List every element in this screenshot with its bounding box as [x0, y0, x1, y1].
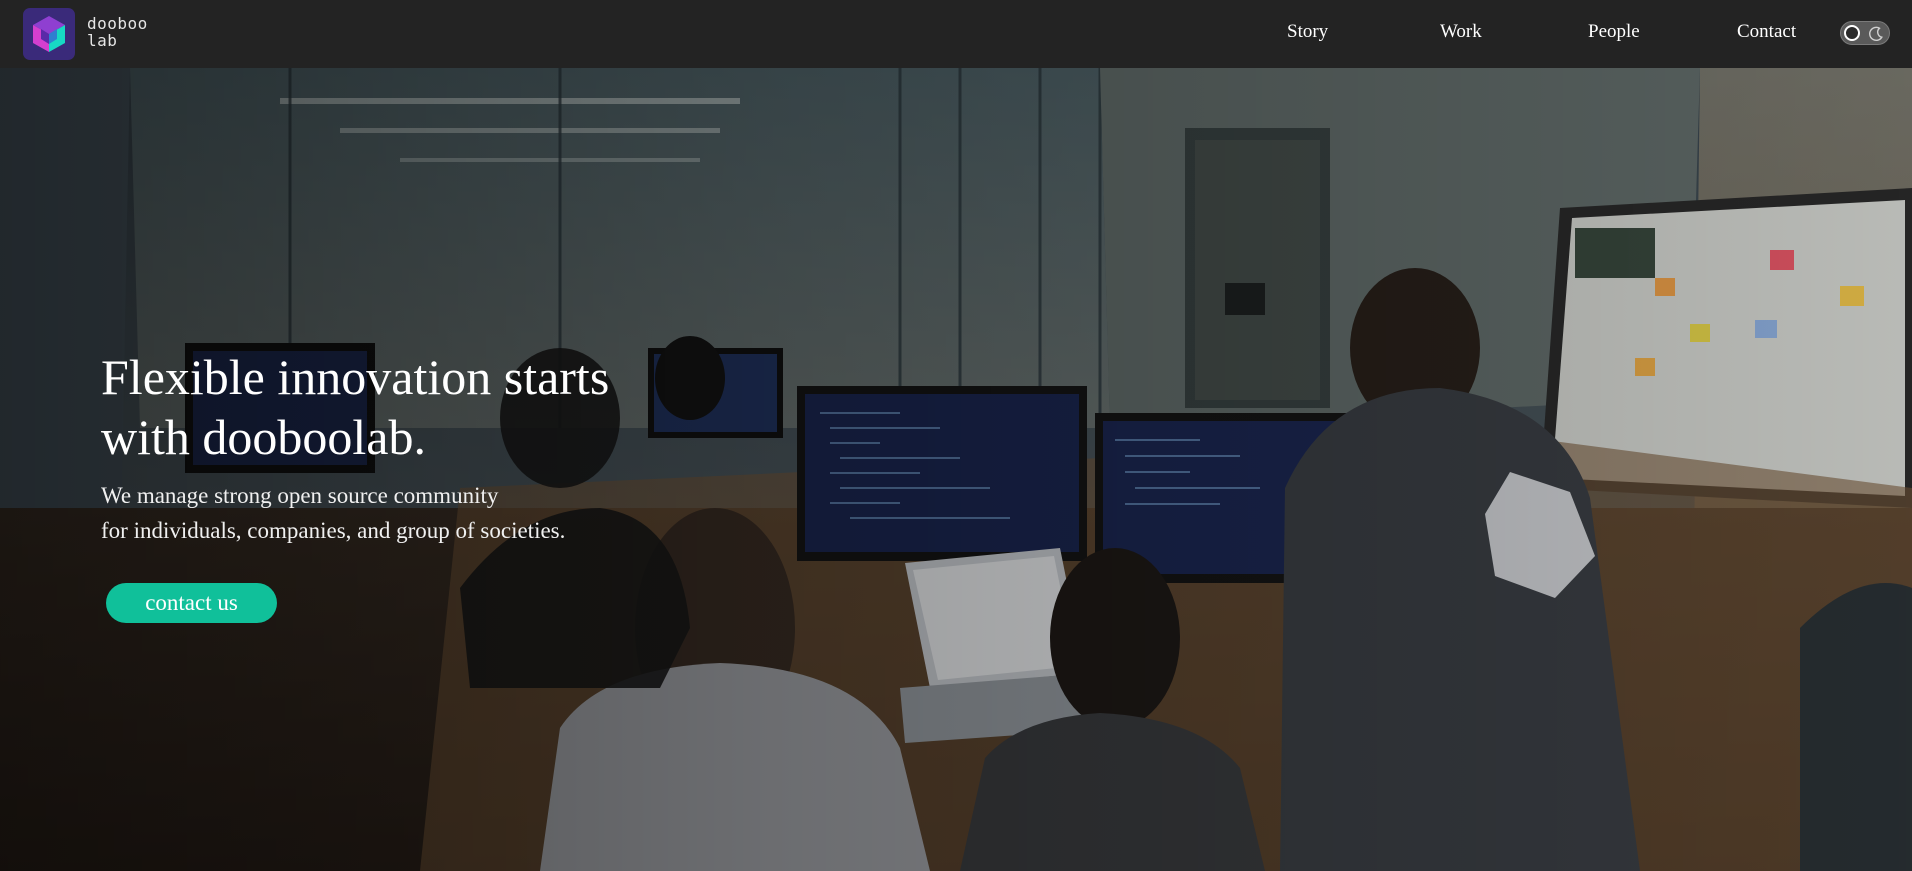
hero-headline: Flexible innovation starts with dooboola… — [101, 347, 721, 467]
nav-contact[interactable]: Contact — [1737, 0, 1796, 68]
nav-work[interactable]: Work — [1440, 0, 1482, 68]
hero-subtitle-line1: We manage strong open source community — [101, 483, 499, 508]
hero-dark-overlay — [0, 68, 1912, 871]
logo-wordmark-line1: dooboo — [87, 14, 148, 33]
contact-us-button[interactable]: contact us — [106, 583, 277, 623]
moon-icon — [1869, 26, 1883, 41]
top-header: dooboo lab Story Work People Contact — [0, 0, 1912, 68]
logo-cube-icon — [23, 8, 75, 60]
logo-wordmark-line2: lab — [87, 31, 118, 50]
logo-wordmark[interactable]: dooboo lab — [87, 15, 148, 49]
hero-headline-line2: with dooboolab. — [101, 409, 426, 465]
theme-toggle[interactable] — [1840, 21, 1890, 45]
nav-people[interactable]: People — [1588, 0, 1640, 68]
hero-subtitle: We manage strong open source community f… — [101, 478, 781, 548]
hero-headline-line1: Flexible innovation starts — [101, 349, 610, 405]
dooboolab-logo[interactable] — [23, 8, 75, 60]
hero-subtitle-line2: for individuals, companies, and group of… — [101, 518, 566, 543]
hero-section: Flexible innovation starts with dooboola… — [0, 68, 1912, 871]
circle-icon — [1844, 25, 1860, 41]
nav-story[interactable]: Story — [1287, 0, 1328, 68]
